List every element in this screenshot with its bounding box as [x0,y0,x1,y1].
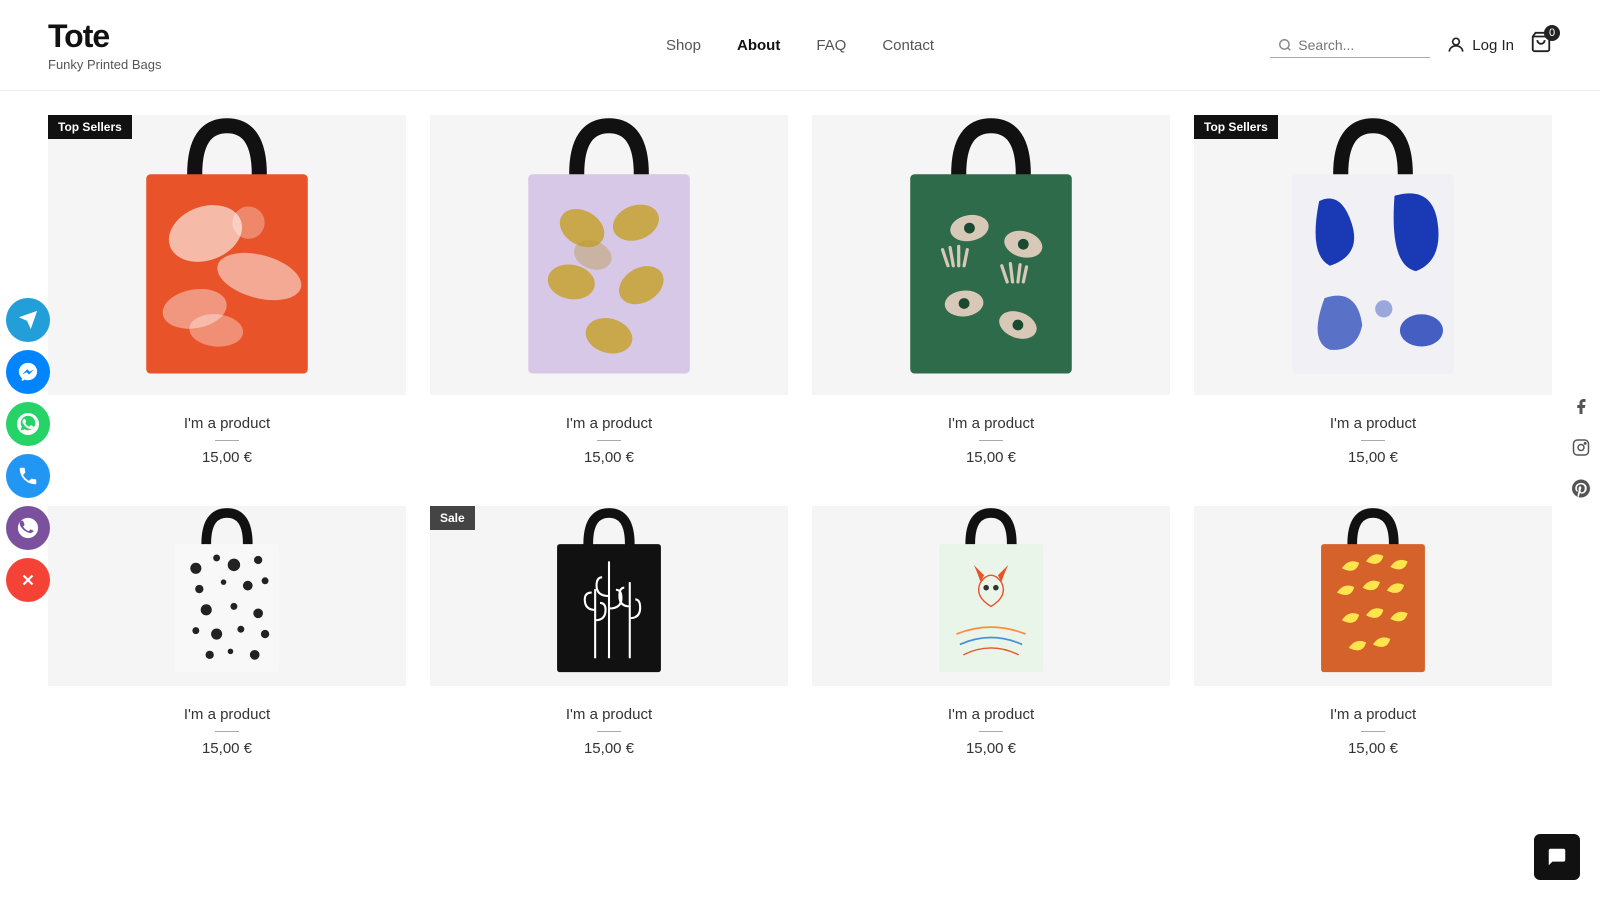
user-icon [1446,35,1466,55]
messenger-button[interactable] [6,350,50,394]
cart-count: 0 [1544,25,1560,41]
products-grid-row1: Top Sellers I'm a product 15,00 € [48,115,1552,466]
viber-icon [17,517,39,539]
product-price-3: 15,00 € [966,449,1016,466]
search-input[interactable] [1270,33,1430,58]
close-icon [19,571,37,589]
phone-icon [17,465,39,487]
product-divider-7 [979,731,1003,732]
nav-shop[interactable]: Shop [666,37,701,54]
logo-title: Tote [48,18,161,55]
product-name-2: I'm a product [566,415,652,432]
messenger-icon [17,361,39,383]
product-card-5: I'm a product 15,00 € [48,506,406,757]
product-divider-3 [979,440,1003,441]
product-image-3[interactable] [812,115,1170,395]
nav-about[interactable]: About [737,37,780,54]
nav-contact[interactable]: Contact [882,37,934,54]
viber-button[interactable] [6,506,50,550]
product-card-3: I'm a product 15,00 € [812,115,1170,466]
product-card-1: Top Sellers I'm a product 15,00 € [48,115,406,466]
chat-button[interactable] [1534,834,1580,880]
social-sidebar [0,298,50,602]
product-divider-6 [597,731,621,732]
product-image-5[interactable] [48,506,406,686]
search-wrap [1270,33,1430,58]
telegram-icon [17,309,39,331]
product-image-4[interactable] [1194,115,1552,395]
product-divider-8 [1361,731,1385,732]
close-social-button[interactable] [6,558,50,602]
logo-area: Tote Funky Printed Bags [48,18,161,72]
right-social [1572,398,1600,503]
product-card-4: Top Sellers I'm a product 15,00 € [1194,115,1552,466]
product-name-7: I'm a product [948,706,1034,723]
whatsapp-icon [17,413,39,435]
products-grid-row2: I'm a product 15,00 € Sale [48,506,1552,757]
product-card-8: I'm a product 15,00 € [1194,506,1552,757]
product-image-2[interactable] [430,115,788,395]
header: Tote Funky Printed Bags Shop About FAQ C… [0,0,1600,91]
telegram-button[interactable] [6,298,50,342]
main-nav: Shop About FAQ Contact [666,37,934,54]
product-name-3: I'm a product [948,415,1034,432]
pinterest-icon[interactable] [1572,480,1590,503]
facebook-icon[interactable] [1572,398,1590,421]
login-button[interactable]: Log In [1446,35,1514,55]
nav-faq[interactable]: FAQ [816,37,846,54]
product-image-7[interactable] [812,506,1170,686]
login-label: Log In [1472,37,1514,54]
product-divider-1 [215,440,239,441]
product-price-5: 15,00 € [202,740,252,757]
product-price-2: 15,00 € [584,449,634,466]
product-name-6: I'm a product [566,706,652,723]
product-image-1[interactable] [48,115,406,395]
product-card-2: I'm a product 15,00 € [430,115,788,466]
product-divider-5 [215,731,239,732]
instagram-icon[interactable] [1572,439,1590,462]
product-divider-2 [597,440,621,441]
product-card-6: Sale I'm a product [430,506,788,757]
product-price-1: 15,00 € [202,449,252,466]
cart-button[interactable]: 0 [1530,31,1552,59]
product-divider-4 [1361,440,1385,441]
product-price-8: 15,00 € [1348,740,1398,757]
product-badge-6: Sale [430,506,475,530]
logo-subtitle: Funky Printed Bags [48,57,161,72]
product-badge-4: Top Sellers [1194,115,1278,139]
product-name-1: I'm a product [184,415,270,432]
product-badge-1: Top Sellers [48,115,132,139]
product-name-5: I'm a product [184,706,270,723]
product-price-7: 15,00 € [966,740,1016,757]
phone-button[interactable] [6,454,50,498]
product-name-4: I'm a product [1330,415,1416,432]
search-icon [1278,38,1292,52]
product-price-4: 15,00 € [1348,449,1398,466]
header-actions: Log In 0 [1270,31,1552,59]
main-content: Top Sellers I'm a product 15,00 € [0,91,1600,821]
product-image-6[interactable] [430,506,788,686]
whatsapp-button[interactable] [6,402,50,446]
product-image-8[interactable] [1194,506,1552,686]
product-name-8: I'm a product [1330,706,1416,723]
product-card-7: I'm a product 15,00 € [812,506,1170,757]
chat-icon [1546,846,1568,868]
product-price-6: 15,00 € [584,740,634,757]
